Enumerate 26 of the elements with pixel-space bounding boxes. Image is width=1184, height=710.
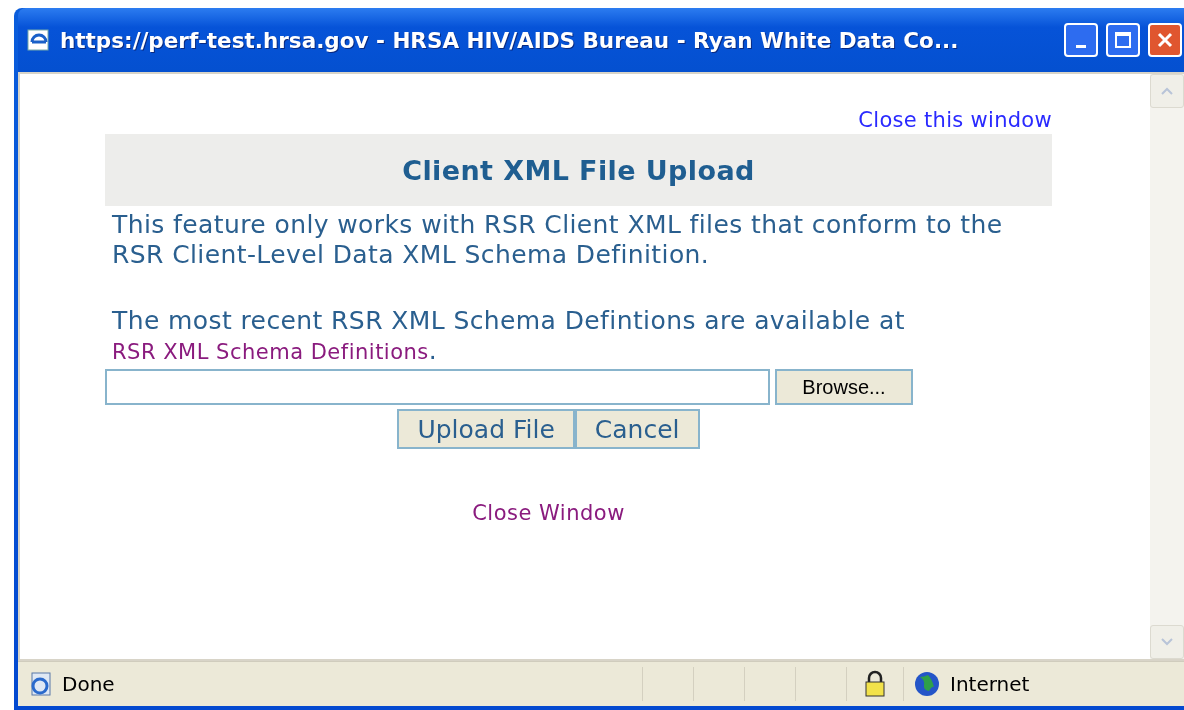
- page-heading: Client XML File Upload: [402, 154, 755, 186]
- file-path-field[interactable]: [105, 369, 770, 405]
- page-icon: [26, 28, 52, 52]
- intro-text: This feature only works with RSR Client XML files that conform to the RSR Client-Level Data XML Schema Definition.: [112, 210, 1004, 270]
- zone-label: Internet: [950, 672, 1030, 696]
- close-icon: [1156, 31, 1174, 49]
- minimize-button[interactable]: [1064, 23, 1098, 57]
- scroll-up-button[interactable]: [1150, 74, 1184, 108]
- scrollbar[interactable]: [1150, 74, 1184, 659]
- maximize-icon: [1114, 31, 1132, 49]
- cancel-button[interactable]: Cancel: [574, 409, 700, 449]
- globe-icon: [914, 671, 940, 697]
- maximize-button[interactable]: [1106, 23, 1140, 57]
- page-icon: [28, 671, 54, 697]
- close-window-link[interactable]: Close Window: [472, 501, 625, 525]
- schema-note-text: The most recent RSR XML Schema Defintions are available at RSR XML Schema Definitions.: [112, 306, 906, 367]
- browse-button[interactable]: Browse...: [775, 369, 913, 405]
- status-text: Done: [62, 672, 115, 696]
- schema-definitions-link[interactable]: RSR XML Schema Definitions: [112, 340, 429, 364]
- close-button[interactable]: [1148, 23, 1182, 57]
- minimize-icon: [1076, 44, 1086, 48]
- scroll-down-button[interactable]: [1150, 625, 1184, 659]
- lock-icon: [864, 670, 886, 698]
- window-title: https://perf-test.hrsa.gov - HRSA HIV/AIDS Bureau - Ryan White Data Co...: [60, 27, 960, 53]
- close-window-link[interactable]: Close this window: [858, 108, 1052, 132]
- upload-button[interactable]: Upload File: [397, 409, 575, 449]
